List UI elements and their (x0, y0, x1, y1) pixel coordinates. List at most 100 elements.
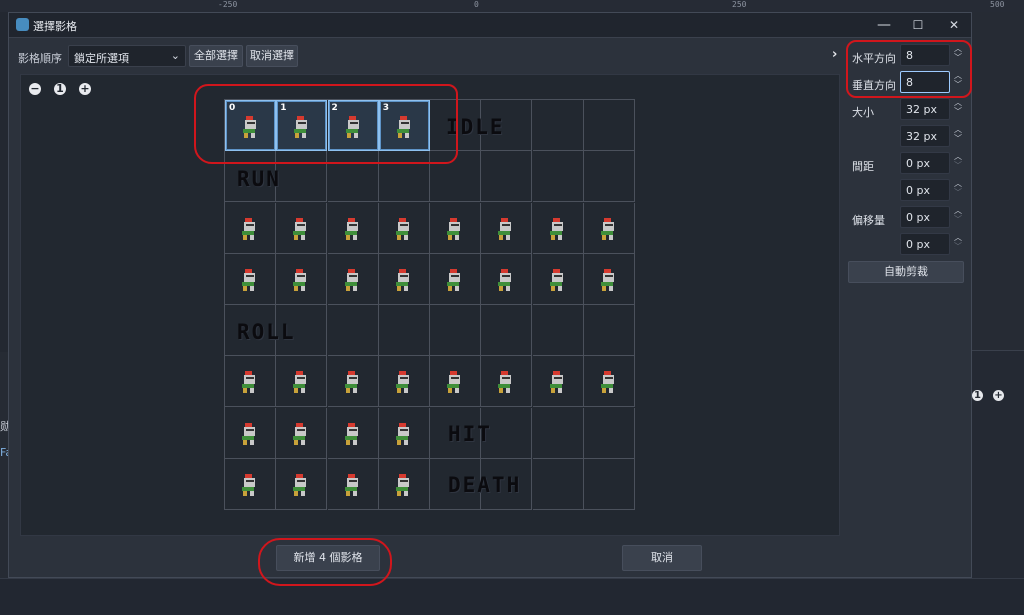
frame-cell[interactable] (327, 407, 379, 459)
frame-cell[interactable] (327, 202, 379, 254)
vertical-spinbox[interactable]: 8 (900, 71, 950, 93)
frame-cell[interactable] (430, 305, 481, 356)
frame-cell[interactable] (481, 356, 533, 408)
offset-label: 偏移量 (852, 214, 885, 227)
frame-cell[interactable] (430, 253, 481, 305)
horizontal-spin-arrows[interactable]: ︿ ﹀ (952, 44, 964, 66)
frame-cell[interactable] (378, 458, 430, 510)
label-roll: ROLL (237, 320, 296, 344)
frame-cell[interactable] (327, 458, 379, 510)
frame-cell[interactable] (583, 407, 635, 459)
frame-cell[interactable] (532, 253, 584, 305)
knight-sprite-icon (293, 268, 307, 291)
frame-cell[interactable] (532, 151, 584, 203)
frame-cell[interactable] (276, 407, 328, 459)
frame-cell[interactable] (481, 151, 533, 203)
minimize-button[interactable]: — (869, 15, 899, 35)
frame-order-select[interactable]: 鎖定所選項 ⌄ (68, 45, 186, 67)
maximize-button[interactable]: ☐ (903, 15, 933, 35)
frame-cell[interactable] (378, 356, 430, 408)
size-y-arrows[interactable]: ︿ ﹀ (952, 125, 964, 147)
frame-cell[interactable] (327, 305, 379, 356)
knight-sprite-icon (447, 217, 460, 240)
frame-order-value: 鎖定所選項 (74, 52, 129, 65)
frame-cell[interactable] (583, 305, 635, 356)
frame-cell[interactable] (225, 458, 276, 510)
frame-cell[interactable] (225, 356, 276, 408)
reset-zoom-icon[interactable]: 1 (972, 390, 983, 401)
frame-cell[interactable] (225, 202, 276, 254)
frame-cell[interactable] (378, 407, 430, 459)
frame-cell[interactable] (583, 253, 635, 305)
knight-sprite-icon (498, 371, 512, 394)
zoom-reset-icon[interactable]: 1 (54, 83, 66, 95)
offset-y-arrows[interactable]: ︿ ﹀ (952, 233, 964, 255)
auto-slice-button[interactable]: 自動剪裁 (848, 261, 964, 283)
frame-cell[interactable] (378, 253, 430, 305)
knight-sprite-icon (242, 422, 255, 445)
knight-sprite-icon (242, 268, 255, 291)
close-button[interactable]: ✕ (939, 15, 969, 35)
knight-sprite-icon (344, 217, 358, 240)
frame-cell[interactable] (276, 253, 328, 305)
frame-cell[interactable] (583, 151, 635, 203)
frame-cell[interactable] (583, 356, 635, 408)
deselect-all-button[interactable]: 取消選擇 (246, 45, 298, 67)
frame-cell[interactable] (378, 305, 430, 356)
knight-sprite-icon (498, 268, 512, 291)
frame-cell[interactable] (327, 356, 379, 408)
chevron-down-icon: ⌄ (170, 49, 180, 62)
frame-cell[interactable] (583, 458, 635, 510)
knight-sprite-icon (447, 371, 460, 394)
cancel-button[interactable]: 取消 (622, 545, 702, 571)
offset-x-spinbox[interactable]: 0 px (900, 206, 950, 228)
sep-y-value: 0 px (906, 184, 930, 197)
ruler-tick: -250 (218, 0, 238, 9)
frame-cell[interactable] (378, 202, 430, 254)
knight-sprite-icon (293, 371, 307, 394)
knight-sprite-icon (293, 473, 307, 496)
frame-cell[interactable] (481, 305, 533, 356)
knight-sprite-icon (242, 473, 255, 496)
frame-cell[interactable] (276, 458, 328, 510)
frame-cell[interactable] (225, 407, 276, 459)
frame-cell[interactable] (532, 407, 584, 459)
frame-cell[interactable] (532, 356, 584, 408)
sep-x-arrows[interactable]: ︿ ﹀ (952, 152, 964, 174)
frame-cell[interactable] (276, 356, 328, 408)
select-all-button[interactable]: 全部選擇 (189, 45, 243, 67)
sep-x-spinbox[interactable]: 0 px (900, 152, 950, 174)
zoom-out-icon[interactable]: − (29, 83, 41, 95)
zoom-in-icon[interactable]: + (79, 83, 91, 95)
frame-cell[interactable] (276, 202, 328, 254)
frame-cell[interactable] (327, 253, 379, 305)
sep-y-arrows[interactable]: ︿ ﹀ (952, 179, 964, 201)
collapse-panel-icon[interactable]: › (832, 47, 837, 62)
frame-cell[interactable] (532, 458, 584, 510)
frame-cell[interactable] (481, 202, 533, 254)
frame-cell[interactable] (430, 356, 481, 408)
knight-sprite-icon (498, 217, 512, 240)
frame-cell[interactable] (583, 100, 635, 151)
add-frames-button[interactable]: 新增 4 個影格 (276, 545, 380, 571)
knight-sprite-icon (395, 268, 409, 291)
size-x-spinbox[interactable]: 32 px (900, 98, 950, 120)
vertical-spin-arrows[interactable]: ︿ ﹀ (952, 71, 964, 93)
size-y-spinbox[interactable]: 32 px (900, 125, 950, 147)
horizontal-spinbox[interactable]: 8 (900, 44, 950, 66)
knight-sprite-icon (447, 268, 460, 291)
frame-cell[interactable] (481, 253, 533, 305)
add-icon[interactable]: + (993, 390, 1004, 401)
frame-cell[interactable] (430, 202, 481, 254)
frame-cell[interactable] (583, 202, 635, 254)
dialog-titlebar: 選擇影格 — ☐ ✕ (9, 13, 971, 38)
knight-sprite-icon (549, 268, 563, 291)
size-x-arrows[interactable]: ︿ ﹀ (952, 98, 964, 120)
frame-cell[interactable] (532, 305, 584, 356)
frame-cell[interactable] (532, 202, 584, 254)
frame-cell[interactable] (225, 253, 276, 305)
offset-y-spinbox[interactable]: 0 px (900, 233, 950, 255)
frame-cell[interactable] (532, 100, 584, 151)
sep-y-spinbox[interactable]: 0 px (900, 179, 950, 201)
offset-x-arrows[interactable]: ︿ ﹀ (952, 206, 964, 228)
